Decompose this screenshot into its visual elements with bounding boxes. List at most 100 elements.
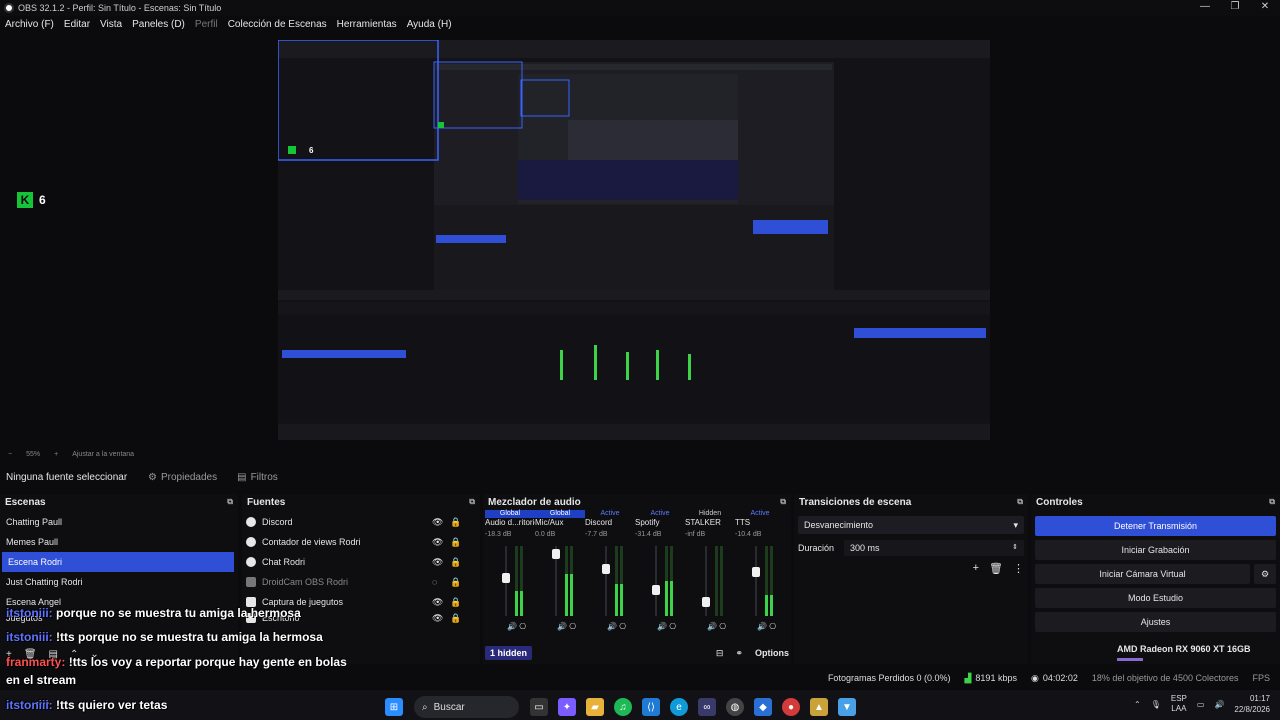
source-item[interactable]: DroidCam OBS Rodri ◌ 🔒 [242, 572, 480, 592]
maximize-button[interactable]: ❐ [1220, 0, 1250, 14]
channel-name[interactable]: Spotify [635, 518, 685, 528]
channel-name[interactable]: TTS [735, 518, 785, 528]
fader-knob[interactable] [752, 567, 760, 577]
lock-icon[interactable]: 🔒 [450, 613, 461, 624]
fader-knob[interactable] [502, 573, 510, 583]
edge-icon[interactable]: e [670, 698, 688, 716]
mute-icon[interactable]: 🔊 [607, 622, 619, 631]
channel-name[interactable]: Discord [585, 518, 635, 528]
scene-item[interactable]: Chatting Paull [0, 512, 238, 532]
volume-icon[interactable]: 🔊 [1214, 700, 1224, 709]
settings-button[interactable]: Ajustes [1035, 612, 1276, 632]
mute-icon[interactable]: 🔊 [707, 622, 719, 631]
file-explorer-icon[interactable]: ▰ [586, 698, 604, 716]
fit-to-window[interactable]: Ajustar a la ventana [72, 451, 134, 458]
layout-icon[interactable]: ⊟ [716, 648, 724, 659]
menu-perfil[interactable]: Perfil [195, 19, 218, 30]
undock-icon[interactable]: ⧉ [1269, 497, 1275, 507]
more-options-icon[interactable]: ⋮ [1013, 562, 1024, 575]
source-item[interactable]: Chat Rodri 👁 🔒 [242, 552, 480, 572]
fader-knob[interactable] [702, 597, 710, 607]
monitor-icon[interactable]: ⎔ [569, 622, 576, 631]
lock-icon[interactable]: 🔒 [450, 557, 461, 568]
app-icon[interactable]: ◆ [754, 698, 772, 716]
tray-chevron-icon[interactable]: ⌃ [1134, 700, 1141, 709]
fader-knob[interactable] [602, 564, 610, 574]
source-item[interactable]: Discord 👁 🔒 [242, 512, 480, 532]
menu-archivo[interactable]: Archivo (F) [5, 19, 54, 30]
channel-name[interactable]: Mic/Aux [535, 518, 585, 528]
app-red-icon[interactable]: ● [782, 698, 800, 716]
lock-icon[interactable]: 🔒 [450, 597, 461, 608]
monitor-icon[interactable]: ⎔ [669, 622, 676, 631]
mute-icon[interactable]: 🔊 [757, 622, 769, 631]
mixer-options-button[interactable]: Options [755, 648, 789, 658]
mic-icon[interactable]: 🎙 [1151, 700, 1161, 709]
lock-icon[interactable]: 🔒 [450, 577, 461, 588]
network-icon[interactable]: ▭ [1197, 700, 1205, 709]
menu-ayuda[interactable]: Ayuda (H) [407, 19, 452, 30]
zoom-in-button[interactable]: + [54, 451, 58, 458]
eye-icon[interactable]: 👁 [432, 597, 443, 608]
mute-icon[interactable]: 🔊 [507, 622, 519, 631]
app-yellow-icon[interactable]: ▲ [810, 698, 828, 716]
virtual-camera-settings-icon[interactable]: ⚙ [1254, 564, 1276, 584]
taskbar-search[interactable]: ⌕ Buscar [414, 696, 519, 718]
volume-fader[interactable] [605, 546, 607, 616]
fader-knob[interactable] [652, 585, 660, 595]
windows-start-icon[interactable]: ⊞ [385, 698, 403, 716]
add-transition-icon[interactable]: + [973, 562, 979, 575]
undock-icon[interactable]: ⧉ [1017, 497, 1023, 507]
preview-canvas[interactable]: 6 [278, 40, 990, 440]
mute-icon[interactable]: 🔊 [657, 622, 669, 631]
zoom-out-button[interactable]: − [8, 451, 12, 458]
eye-hidden-icon[interactable]: ◌ [432, 577, 437, 587]
monitor-icon[interactable]: ⎔ [519, 622, 526, 631]
stepper-icon[interactable]: ⇕ [1012, 543, 1018, 553]
obs-taskbar-icon[interactable]: ◍ [726, 698, 744, 716]
eye-icon[interactable]: 👁 [432, 557, 443, 568]
task-view-icon[interactable]: ▭ [530, 698, 548, 716]
hidden-channels-button[interactable]: 1 hidden [485, 646, 533, 660]
scene-item[interactable]: Memes Paull [0, 532, 238, 552]
volume-fader[interactable] [755, 546, 757, 616]
eye-icon[interactable]: 👁 [432, 537, 443, 548]
scene-item-selected[interactable]: Escena Rodri [2, 552, 234, 572]
link-icon[interactable]: ⚭ [735, 648, 743, 659]
app-blue-icon[interactable]: ▼ [838, 698, 856, 716]
undock-icon[interactable]: ⧉ [227, 497, 233, 507]
visual-studio-icon[interactable]: ∞ [698, 698, 716, 716]
vscode-icon[interactable]: ⟨⟩ [642, 698, 660, 716]
duration-input[interactable]: 300 ms ⇕ [844, 540, 1024, 556]
scene-item[interactable]: Just Chatting Rodri [0, 572, 238, 592]
close-button[interactable]: ✕ [1250, 0, 1280, 14]
eye-icon[interactable]: 👁 [432, 517, 443, 528]
undock-icon[interactable]: ⧉ [469, 497, 475, 507]
undock-icon[interactable]: ⧉ [780, 497, 786, 507]
menu-coleccion-escenas[interactable]: Colección de Escenas [228, 19, 327, 30]
fader-knob[interactable] [552, 549, 560, 559]
spotify-icon[interactable]: ♫ [614, 698, 632, 716]
studio-mode-button[interactable]: Modo Estudio [1035, 588, 1276, 608]
remove-transition-icon[interactable]: 🗑 [989, 562, 1003, 575]
lock-icon[interactable]: 🔒 [450, 517, 461, 528]
monitor-icon[interactable]: ⎔ [619, 622, 626, 631]
menu-vista[interactable]: Vista [100, 19, 122, 30]
transition-type-select[interactable]: Desvanecimiento ▾ [798, 516, 1024, 534]
clock[interactable]: 01:17 22/8/2026 [1234, 693, 1270, 715]
stop-streaming-button[interactable]: Detener Transmisión [1035, 516, 1276, 536]
start-virtual-camera-button[interactable]: Iniciar Cámara Virtual [1035, 564, 1250, 584]
monitor-icon[interactable]: ⎔ [719, 622, 726, 631]
menu-editar[interactable]: Editar [64, 19, 90, 30]
minimize-button[interactable]: — [1190, 0, 1220, 14]
lock-icon[interactable]: 🔒 [450, 537, 461, 548]
eye-icon[interactable]: 👁 [432, 613, 443, 624]
channel-name[interactable]: Audio d...ritorio [485, 518, 535, 528]
start-recording-button[interactable]: Iniciar Grabación [1035, 540, 1276, 560]
source-item[interactable]: Contador de views Rodri 👁 🔒 [242, 532, 480, 552]
monitor-icon[interactable]: ⎔ [769, 622, 776, 631]
channel-name[interactable]: STALKER [685, 518, 735, 528]
mute-icon[interactable]: 🔊 [557, 622, 569, 631]
properties-button[interactable]: ⚙ Propiedades [140, 470, 225, 485]
copilot-icon[interactable]: ✦ [558, 698, 576, 716]
